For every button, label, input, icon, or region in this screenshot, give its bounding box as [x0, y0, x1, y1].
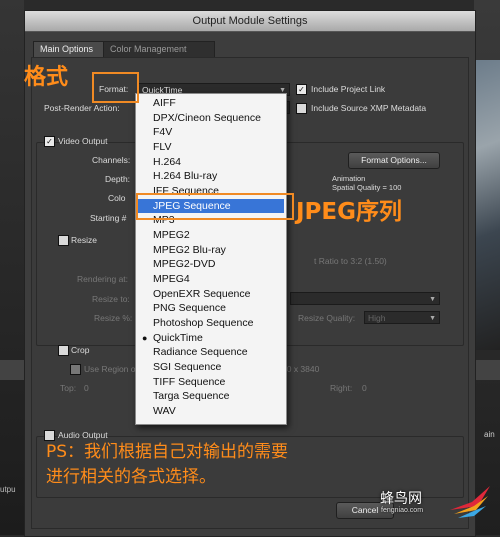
window-title: Output Module Settings — [25, 11, 475, 32]
format-options-button[interactable]: Format Options... — [348, 152, 440, 169]
resize-checkbox[interactable] — [58, 235, 69, 246]
aspect-ratio-text: t Ratio to 3:2 (1.50) — [314, 256, 387, 266]
include-project-link-checkbox[interactable]: ✓ — [296, 84, 307, 95]
menu-item-quicktime[interactable]: ● QuickTime — [136, 331, 284, 345]
caption-line-1: PS：我们根据自己对输出的需要 — [46, 442, 289, 462]
hummingbird-logo-icon — [450, 486, 490, 518]
top-value: 0 — [84, 383, 89, 393]
crop-label: Crop — [71, 345, 90, 355]
menu-item-photoshop[interactable]: Photoshop Sequence — [136, 316, 284, 330]
top-label: Top: — [60, 383, 77, 393]
background-strip-right — [474, 360, 500, 380]
background-car-preview — [474, 60, 500, 350]
menu-item-sgi[interactable]: SGI Sequence — [136, 360, 284, 374]
rendering-at-label: Rendering at: — [77, 274, 129, 284]
menu-item-dpx[interactable]: DPX/Cineon Sequence — [136, 111, 284, 125]
depth-label: Depth: — [105, 174, 131, 184]
annotation-format-box — [92, 72, 139, 103]
right-label: Right: — [330, 383, 353, 393]
menu-item-png[interactable]: PNG Sequence — [136, 301, 284, 315]
spatial-quality: Spatial Quality = 100 — [332, 183, 402, 192]
resize-label: Resize — [71, 235, 97, 245]
include-xmp-label: Include Source XMP Metadata — [311, 103, 427, 113]
resize-quality-select[interactable]: High ▼ — [364, 311, 440, 324]
resize-quality-label: Resize Quality: — [298, 313, 356, 323]
audio-output-label: Audio Output — [58, 430, 108, 440]
caption-line-2: 进行相关的各式选择。 — [46, 467, 216, 487]
use-region-label: Use Region o — [84, 364, 136, 374]
region-size: 60 x 3840 — [282, 364, 320, 374]
resize-to-select[interactable]: ▼ — [290, 292, 440, 305]
background-left — [0, 0, 24, 535]
menu-item-mpeg2-dvd[interactable]: MPEG2-DVD — [136, 257, 284, 271]
resize-percent-label: Resize %: — [94, 313, 133, 323]
resize-to-label: Resize to: — [92, 294, 130, 304]
tab-color-management[interactable]: Color Management — [103, 41, 215, 57]
annotation-format-zh: 格式 — [24, 65, 69, 90]
crop-checkbox[interactable] — [58, 345, 69, 356]
video-output-label: Video Output — [58, 136, 108, 146]
resize-quality-value: High — [368, 313, 386, 323]
menu-item-h264[interactable]: H.264 — [136, 155, 284, 169]
color-label: Colo — [108, 193, 126, 203]
codec-name: Animation — [332, 174, 366, 183]
menu-item-mpeg2[interactable]: MPEG2 — [136, 228, 284, 242]
chevron-down-icon: ▼ — [429, 296, 436, 303]
menu-item-flv[interactable]: FLV — [136, 140, 284, 154]
menu-item-wav[interactable]: WAV — [136, 404, 284, 418]
menu-item-openexr[interactable]: OpenEXR Sequence — [136, 287, 284, 301]
menu-item-targa[interactable]: Targa Sequence — [136, 389, 284, 403]
background-text-left: utpu — [0, 485, 16, 494]
menu-item-mpeg4[interactable]: MPEG4 — [136, 272, 284, 286]
watermark-url: fengniao.com — [381, 507, 424, 514]
annotation-jpeg-box — [136, 193, 294, 220]
selected-dot-icon: ● — [142, 333, 148, 343]
menu-item-tiff[interactable]: TIFF Sequence — [136, 375, 284, 389]
menu-item-h264-bluray[interactable]: H.264 Blu-ray — [136, 169, 284, 183]
right-value: 0 — [362, 383, 367, 393]
starting-number-label: Starting # — [90, 213, 127, 223]
background-strip-left — [0, 360, 24, 380]
menu-item-aiff[interactable]: AIFF — [136, 96, 284, 110]
channels-label: Channels: — [92, 155, 131, 165]
annotation-jpeg-zh: JPEG序列 — [296, 199, 403, 225]
menu-item-radiance[interactable]: Radiance Sequence — [136, 345, 284, 359]
background-text-right: ain — [484, 430, 495, 439]
chevron-down-icon: ▼ — [429, 315, 436, 322]
video-output-checkbox[interactable]: ✓ — [44, 136, 55, 147]
use-region-checkbox[interactable] — [70, 364, 81, 375]
include-project-link-label: Include Project Link — [311, 84, 386, 94]
format-dropdown-menu: AIFF DPX/Cineon Sequence F4V FLV H.264 H… — [135, 93, 287, 425]
annotation-caption: PS：我们根据自己对输出的需要 进行相关的各式选择。 — [46, 440, 466, 490]
menu-item-mpeg2-bluray[interactable]: MPEG2 Blu-ray — [136, 243, 284, 257]
menu-item-quicktime-label: QuickTime — [153, 332, 203, 344]
tab-main-options[interactable]: Main Options — [33, 41, 105, 57]
watermark-name: 蜂鸟网 — [380, 491, 422, 507]
include-xmp-checkbox[interactable] — [296, 103, 307, 114]
menu-item-f4v[interactable]: F4V — [136, 125, 284, 139]
post-render-label: Post-Render Action: — [44, 103, 120, 113]
